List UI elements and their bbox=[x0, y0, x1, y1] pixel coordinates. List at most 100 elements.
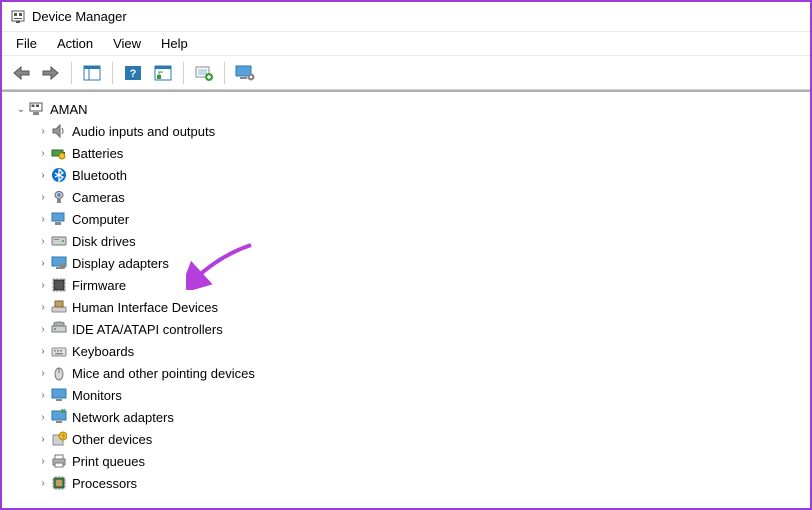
app-icon bbox=[10, 9, 26, 25]
tree-category-row[interactable]: › Batteries bbox=[36, 142, 808, 164]
keyboard-icon bbox=[50, 342, 68, 360]
expander-closed-icon[interactable]: › bbox=[36, 280, 50, 291]
expander-open-icon[interactable]: ⌄ bbox=[14, 104, 28, 115]
help-button[interactable]: ? bbox=[120, 60, 146, 86]
tree-category-row[interactable]: › Mice and other pointing devices bbox=[36, 362, 808, 384]
forward-button[interactable] bbox=[38, 60, 64, 86]
tree-category-row[interactable]: › Computer bbox=[36, 208, 808, 230]
toolbar-separator bbox=[71, 62, 72, 84]
tree-category-row[interactable]: › Disk drives bbox=[36, 230, 808, 252]
show-hide-tree-button[interactable] bbox=[79, 60, 105, 86]
network-icon bbox=[50, 408, 68, 426]
expander-closed-icon[interactable]: › bbox=[36, 346, 50, 357]
action-pane-icon bbox=[154, 65, 172, 81]
display-icon bbox=[50, 254, 68, 272]
tree-category-row[interactable]: › Display adapters bbox=[36, 252, 808, 274]
expander-closed-icon[interactable]: › bbox=[36, 302, 50, 313]
devices-button[interactable] bbox=[232, 60, 258, 86]
tree-category-row[interactable]: › Cameras bbox=[36, 186, 808, 208]
expander-closed-icon[interactable]: › bbox=[36, 434, 50, 445]
tree-category-label: Batteries bbox=[72, 146, 123, 161]
toolbar: ? bbox=[2, 56, 810, 90]
tree-category-row[interactable]: › Audio inputs and outputs bbox=[36, 120, 808, 142]
expander-closed-icon[interactable]: › bbox=[36, 456, 50, 467]
help-square-icon: ? bbox=[124, 65, 142, 81]
menubar: File Action View Help bbox=[2, 32, 810, 56]
hid-icon bbox=[50, 298, 68, 316]
mouse-icon bbox=[50, 364, 68, 382]
computer-icon bbox=[50, 210, 68, 228]
disk-icon bbox=[50, 232, 68, 250]
expander-closed-icon[interactable]: › bbox=[36, 324, 50, 335]
tree-category-row[interactable]: › Human Interface Devices bbox=[36, 296, 808, 318]
scan-hardware-icon bbox=[195, 65, 213, 81]
expander-closed-icon[interactable]: › bbox=[36, 192, 50, 203]
cpu-icon bbox=[50, 474, 68, 492]
tree-category-label: Human Interface Devices bbox=[72, 300, 218, 315]
bluetooth-icon bbox=[50, 166, 68, 184]
tree-category-label: Display adapters bbox=[72, 256, 169, 271]
svg-text:?: ? bbox=[130, 68, 137, 80]
tree-category-row[interactable]: ›? Other devices bbox=[36, 428, 808, 450]
tree-root-node[interactable]: ⌄ AMAN bbox=[14, 98, 808, 120]
tree-category-label: Cameras bbox=[72, 190, 125, 205]
expander-closed-icon[interactable]: › bbox=[36, 148, 50, 159]
tree-category-label: Computer bbox=[72, 212, 129, 227]
back-button[interactable] bbox=[8, 60, 34, 86]
arrow-left-icon bbox=[12, 66, 30, 80]
printer-icon bbox=[50, 452, 68, 470]
tree-category-row[interactable]: › Processors bbox=[36, 472, 808, 494]
tree-category-row[interactable]: › Monitors bbox=[36, 384, 808, 406]
tree-category-row[interactable]: › Print queues bbox=[36, 450, 808, 472]
tree-category-label: Print queues bbox=[72, 454, 145, 469]
expander-closed-icon[interactable]: › bbox=[36, 170, 50, 181]
tree-category-label: Disk drives bbox=[72, 234, 136, 249]
camera-icon bbox=[50, 188, 68, 206]
expander-closed-icon[interactable]: › bbox=[36, 214, 50, 225]
menu-file[interactable]: File bbox=[6, 34, 47, 53]
expander-closed-icon[interactable]: › bbox=[36, 126, 50, 137]
window-title: Device Manager bbox=[32, 9, 127, 24]
device-tree[interactable]: ⌄ AMAN › Audio inputs and outputs › Batteri… bbox=[2, 90, 810, 508]
tree-category-label: Other devices bbox=[72, 432, 152, 447]
tree-category-label: Bluetooth bbox=[72, 168, 127, 183]
action-button[interactable] bbox=[150, 60, 176, 86]
menu-view[interactable]: View bbox=[103, 34, 151, 53]
monitor-gear-icon bbox=[235, 65, 255, 81]
tree-category-row[interactable]: › Network adapters bbox=[36, 406, 808, 428]
tree-category-row[interactable]: ›IDE ATA/ATAPI controllers bbox=[36, 318, 808, 340]
toolbar-separator bbox=[112, 62, 113, 84]
toolbar-separator bbox=[183, 62, 184, 84]
expander-closed-icon[interactable]: › bbox=[36, 368, 50, 379]
battery-icon bbox=[50, 144, 68, 162]
tree-category-label: Network adapters bbox=[72, 410, 174, 425]
tree-category-label: Mice and other pointing devices bbox=[72, 366, 255, 381]
tree-category-label: Processors bbox=[72, 476, 137, 491]
speaker-icon bbox=[50, 122, 68, 140]
monitor-icon bbox=[50, 386, 68, 404]
menu-action[interactable]: Action bbox=[47, 34, 103, 53]
tree-category-label: Firmware bbox=[72, 278, 126, 293]
tree-root-label: AMAN bbox=[50, 102, 88, 117]
arrow-right-icon bbox=[42, 66, 60, 80]
expander-closed-icon[interactable]: › bbox=[36, 412, 50, 423]
console-tree-icon bbox=[83, 65, 101, 81]
other-icon: ? bbox=[50, 430, 68, 448]
firmware-icon bbox=[50, 276, 68, 294]
expander-closed-icon[interactable]: › bbox=[36, 236, 50, 247]
device-manager-window: Device Manager File Action View Help bbox=[0, 0, 812, 510]
tree-category-row[interactable]: › Firmware bbox=[36, 274, 808, 296]
tree-category-label: Audio inputs and outputs bbox=[72, 124, 215, 139]
titlebar: Device Manager bbox=[2, 2, 810, 32]
tree-category-row[interactable]: ›Keyboards bbox=[36, 340, 808, 362]
tree-category-label: Monitors bbox=[72, 388, 122, 403]
tree-category-row[interactable]: › Bluetooth bbox=[36, 164, 808, 186]
ide-icon bbox=[50, 320, 68, 338]
expander-closed-icon[interactable]: › bbox=[36, 390, 50, 401]
toolbar-separator bbox=[224, 62, 225, 84]
expander-closed-icon[interactable]: › bbox=[36, 478, 50, 489]
computer-icon bbox=[28, 100, 46, 118]
scan-hardware-button[interactable] bbox=[191, 60, 217, 86]
expander-closed-icon[interactable]: › bbox=[36, 258, 50, 269]
menu-help[interactable]: Help bbox=[151, 34, 198, 53]
